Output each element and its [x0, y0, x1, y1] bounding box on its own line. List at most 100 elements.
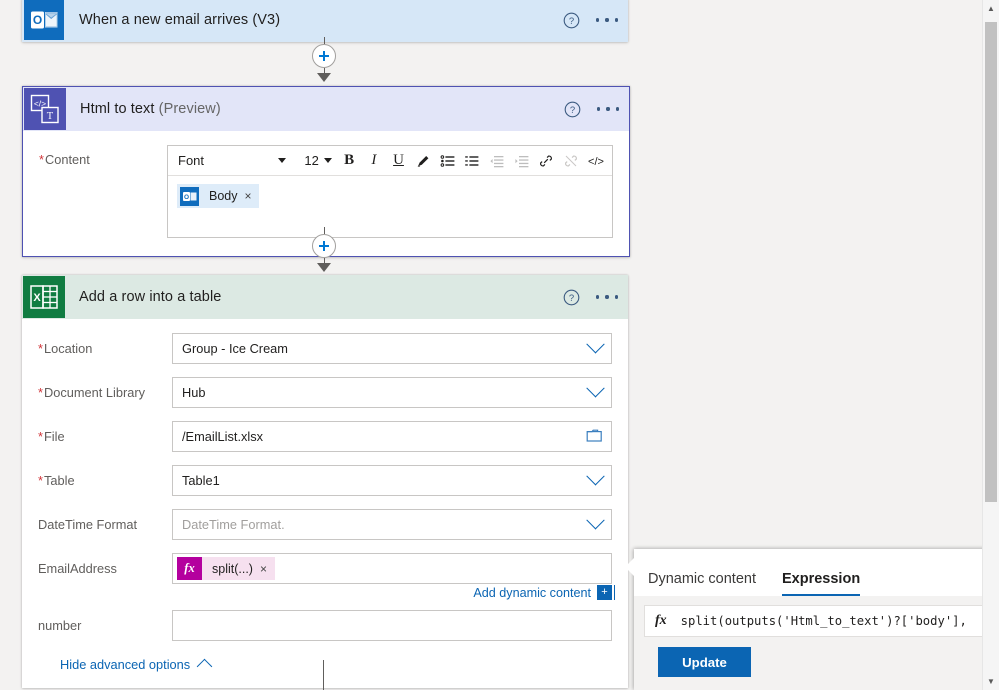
font-family-dropdown[interactable]: Font	[172, 147, 292, 174]
underline-button[interactable]: U	[386, 147, 411, 174]
content-label-text: Content	[44, 152, 90, 167]
scroll-down-arrow-icon[interactable]: ▼	[983, 673, 999, 690]
chevron-down-icon	[323, 158, 332, 163]
excel-card-header[interactable]: X Add a row into a table ?	[22, 275, 628, 319]
number-input[interactable]	[172, 610, 612, 641]
add-dynamic-content-badge: +	[597, 585, 615, 600]
svg-text:?: ?	[569, 16, 574, 27]
highlighter-icon[interactable]	[411, 147, 436, 174]
html-to-text-icon: </> T	[23, 87, 67, 131]
folder-picker-icon[interactable]	[586, 428, 603, 446]
code-view-icon[interactable]: </>	[583, 147, 608, 174]
help-icon[interactable]: ?	[563, 289, 580, 306]
content-field-label: *Content	[39, 145, 167, 167]
excel-icon: X	[22, 275, 66, 319]
tab-expression[interactable]: Expression	[782, 571, 861, 597]
insert-step-button[interactable]	[312, 44, 336, 68]
dynamic-content-token-body[interactable]: O Body ×	[177, 184, 259, 208]
bulleted-list-icon[interactable]	[435, 147, 460, 174]
remove-token-icon[interactable]: ×	[260, 562, 267, 576]
file-value: /EmailList.xlsx	[182, 429, 264, 444]
add-dynamic-content-row: Add dynamic content +	[22, 585, 628, 600]
more-options-icon[interactable]	[596, 289, 618, 306]
expression-field-wrap: fx split(outputs('Html_to_text')?['body'…	[634, 596, 999, 677]
document-library-label-text: Document Library	[43, 385, 145, 400]
connector-html-to-excel	[312, 227, 336, 272]
field-row-document-library: *Document Library Hub	[22, 377, 628, 408]
chevron-down-icon	[278, 158, 287, 163]
add-dynamic-content-button[interactable]: Add dynamic content +	[473, 585, 615, 600]
increase-indent-icon	[509, 147, 534, 174]
bold-button[interactable]: B	[337, 147, 362, 174]
email-address-input[interactable]: fx split(...) ×	[172, 553, 612, 584]
content-editor-area[interactable]: O Body ×	[168, 176, 612, 237]
expression-token-split[interactable]: fx split(...) ×	[177, 557, 275, 580]
required-marker: *	[38, 341, 43, 356]
vertical-scrollbar[interactable]: ▲ ▼	[982, 0, 999, 690]
location-label-text: Location	[43, 341, 93, 356]
chevron-down-icon	[586, 379, 605, 398]
svg-text:O: O	[33, 13, 42, 27]
content-field-row: *Content Font 12 B I U </> O Body ×	[39, 145, 613, 238]
tab-dynamic-content[interactable]: Dynamic content	[648, 571, 756, 596]
svg-text:</>: </>	[588, 156, 604, 168]
dynamic-content-expression-panel[interactable]: Dynamic content Expression fx split(outp…	[625, 549, 999, 690]
help-icon[interactable]: ?	[564, 101, 581, 118]
add-row-into-table-card[interactable]: X Add a row into a table ? *Location Gro…	[22, 275, 628, 688]
svg-text:?: ?	[569, 293, 574, 304]
document-library-label: *Document Library	[38, 385, 172, 400]
font-size-dropdown[interactable]: 12	[298, 147, 336, 174]
chevron-down-icon	[586, 511, 605, 530]
chevron-up-icon	[196, 658, 213, 674]
more-options-icon[interactable]	[597, 101, 619, 118]
hide-advanced-options-button[interactable]: Hide advanced options	[22, 651, 628, 674]
svg-text:O: O	[183, 194, 188, 201]
file-input[interactable]: /EmailList.xlsx	[172, 421, 612, 452]
help-icon[interactable]: ?	[563, 12, 580, 29]
token-label: Body	[209, 189, 238, 203]
remove-token-icon[interactable]: ×	[245, 189, 252, 203]
scrollbar-thumb[interactable]	[985, 22, 997, 502]
connector-trigger-to-html	[312, 37, 336, 82]
font-size-value: 12	[304, 153, 319, 168]
scroll-up-arrow-icon[interactable]: ▲	[983, 0, 999, 17]
svg-text:T: T	[47, 111, 54, 122]
connector-below-excel	[323, 660, 324, 690]
location-dropdown[interactable]: Group - Ice Cream	[172, 333, 612, 364]
numbered-list-icon[interactable]	[460, 147, 485, 174]
datetime-format-placeholder: DateTime Format.	[182, 517, 285, 532]
field-row-email-address: EmailAddress fx split(...) ×	[22, 553, 628, 584]
update-button[interactable]: Update	[658, 647, 751, 677]
required-marker: *	[38, 385, 43, 400]
html-to-text-title-text: Html to text	[80, 101, 155, 117]
insert-link-icon[interactable]	[534, 147, 559, 174]
html-to-text-title: Html to text (Preview)	[80, 101, 221, 117]
content-rich-text-editor[interactable]: Font 12 B I U </> O Body ×	[167, 145, 613, 238]
more-options-icon[interactable]	[596, 12, 618, 29]
file-label: *File	[38, 429, 172, 444]
table-label-text: Table	[43, 473, 75, 488]
field-row-number: number	[22, 610, 628, 641]
html-to-text-preview-tag: (Preview)	[158, 101, 221, 117]
hide-advanced-options-label: Hide advanced options	[60, 657, 191, 672]
document-library-dropdown[interactable]: Hub	[172, 377, 612, 408]
location-label: *Location	[38, 341, 172, 356]
field-row-location: *Location Group - Ice Cream	[22, 333, 628, 364]
connector-arrow-icon	[317, 263, 331, 272]
html-to-text-card-header[interactable]: </> T Html to text (Preview) ?	[23, 87, 629, 131]
italic-button[interactable]: I	[362, 147, 387, 174]
document-library-value: Hub	[182, 385, 206, 400]
expression-token-label: split(...)	[212, 561, 253, 576]
trigger-title: When a new email arrives (V3)	[79, 12, 281, 28]
location-value: Group - Ice Cream	[182, 341, 288, 356]
table-dropdown[interactable]: Table1	[172, 465, 612, 496]
svg-text:?: ?	[570, 105, 575, 116]
expression-input[interactable]: fx split(outputs('Html_to_text')?['body'…	[644, 605, 999, 637]
fx-icon: fx	[655, 613, 667, 628]
insert-step-button[interactable]	[312, 234, 336, 258]
html-to-text-header-actions: ?	[564, 87, 619, 131]
excel-card-title: Add a row into a table	[79, 289, 222, 305]
trigger-card[interactable]: O When a new email arrives (V3) ?	[22, 0, 628, 42]
datetime-format-dropdown[interactable]: DateTime Format.	[172, 509, 612, 540]
trigger-card-header[interactable]: O When a new email arrives (V3) ?	[22, 0, 628, 42]
